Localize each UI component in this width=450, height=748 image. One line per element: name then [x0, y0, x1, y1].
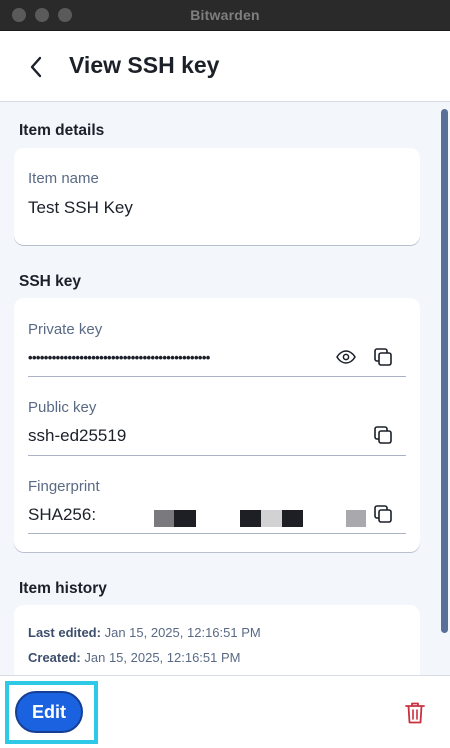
last-edited-label: Last edited: [28, 625, 101, 640]
copy-icon [374, 426, 392, 444]
redacted-block [346, 510, 366, 527]
section-title-item-history: Item history [19, 580, 107, 597]
item-history-card: Last edited: Jan 15, 2025, 12:16:51 PM C… [14, 605, 420, 675]
ssh-key-card: Private key ••••••••••••••••••••••••••••… [14, 298, 420, 552]
item-details-card: Item name Test SSH Key [14, 148, 420, 245]
redacted-block [154, 510, 174, 527]
footer-bar: Edit [0, 675, 450, 748]
back-button[interactable] [22, 53, 50, 81]
redacted-block [261, 510, 282, 527]
copy-icon [374, 348, 392, 366]
private-key-label: Private key [28, 321, 103, 338]
public-key-value[interactable]: ssh-ed25519 [28, 426, 126, 446]
back-icon [30, 56, 42, 78]
created-value: Jan 15, 2025, 12:16:51 PM [84, 650, 241, 665]
redacted-block [282, 510, 303, 527]
section-title-ssh-key: SSH key [19, 273, 82, 290]
copy-icon [374, 505, 392, 523]
page-header: View SSH key [0, 31, 450, 102]
private-key-divider [28, 376, 406, 377]
copy-fingerprint-button[interactable] [371, 502, 395, 526]
public-key-label: Public key [28, 399, 97, 416]
window-title: Bitwarden [190, 7, 260, 23]
toggle-visibility-button[interactable] [334, 345, 358, 369]
delete-button[interactable] [404, 701, 426, 725]
scrollbar-thumb[interactable] [441, 109, 448, 633]
title-bar: Bitwarden [0, 0, 450, 31]
fingerprint-label: Fingerprint [28, 478, 100, 495]
edit-button[interactable]: Edit [15, 691, 83, 733]
trash-icon [405, 702, 425, 724]
created-label: Created: [28, 650, 81, 665]
redacted-block [240, 510, 261, 527]
fingerprint-value[interactable]: SHA256: [28, 505, 96, 525]
item-name-value[interactable]: Test SSH Key [28, 198, 133, 218]
eye-icon [336, 350, 356, 364]
redacted-block [174, 510, 196, 527]
last-edited-value: Jan 15, 2025, 12:16:51 PM [104, 625, 261, 640]
last-edited-row: Last edited: Jan 15, 2025, 12:16:51 PM [28, 625, 261, 640]
private-key-masked-value[interactable]: ••••••••••••••••••••••••••••••••••••••••… [28, 350, 210, 365]
content-scroll-area[interactable]: Item details Item name Test SSH Key SSH … [0, 103, 450, 675]
item-name-label: Item name [28, 170, 99, 187]
page-title: View SSH key [69, 52, 220, 78]
app-window: Bitwarden View SSH key Item details Item… [0, 0, 450, 748]
public-key-divider [28, 455, 406, 456]
created-row: Created: Jan 15, 2025, 12:16:51 PM [28, 650, 241, 665]
copy-public-key-button[interactable] [371, 423, 395, 447]
copy-private-key-button[interactable] [371, 345, 395, 369]
section-title-item-details: Item details [19, 122, 105, 139]
fingerprint-divider [28, 533, 406, 534]
